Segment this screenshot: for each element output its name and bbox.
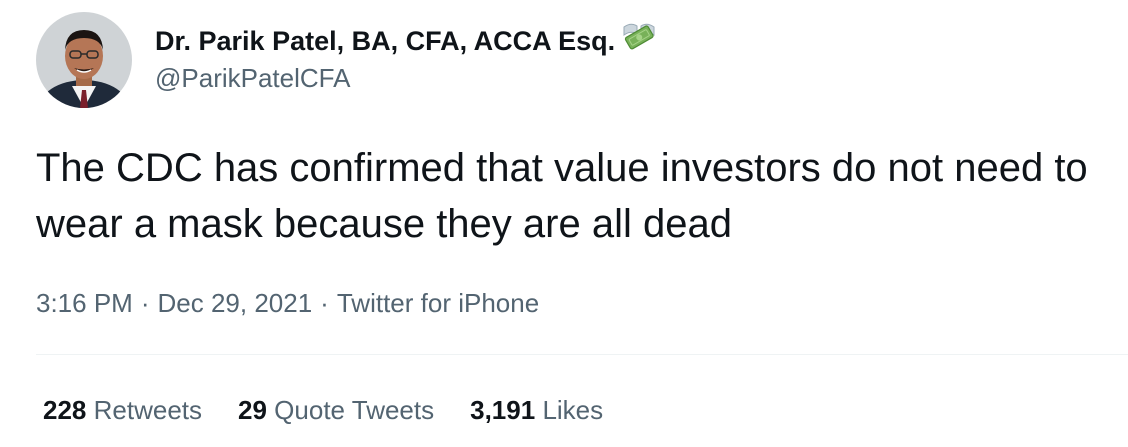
author-name-text: Dr. Parik Patel, BA, CFA, ACCA Esq. [155,26,616,56]
meta-separator: · [140,288,150,318]
likes-label: Likes [542,395,604,425]
retweets-stat[interactable]: 228 Retweets [43,393,202,427]
profile-photo-icon [36,12,132,108]
author-display-name[interactable]: Dr. Parik Patel, BA, CFA, ACCA Esq. [155,23,657,61]
avatar[interactable] [36,12,132,108]
quote-tweets-label: Quote Tweets [274,395,435,425]
likes-count: 3,191 [470,395,536,425]
divider [36,354,1128,355]
tweet-source[interactable]: Twitter for iPhone [337,288,539,318]
money-with-wings-icon [621,17,657,61]
tweet-time[interactable]: 3:16 PM [36,288,133,318]
meta-separator: · [320,288,329,318]
tweet-text: The CDC has confirmed that value investo… [36,146,1088,246]
tweet-stats: 228 Retweets 29 Quote Tweets 3,191 Likes [43,393,639,427]
likes-stat[interactable]: 3,191 Likes [470,393,603,427]
retweets-label: Retweets [93,395,203,425]
tweet-date[interactable]: Dec 29, 2021 [158,288,313,318]
tweet-metadata: 3:16 PM · Dec 29, 2021 · Twitter for iPhone [36,285,539,321]
retweets-count: 228 [43,395,87,425]
author-handle[interactable]: @ParikPatelCFA [155,62,350,94]
quote-tweets-stat[interactable]: 29 Quote Tweets [238,393,434,427]
quote-tweets-count: 29 [238,395,267,425]
